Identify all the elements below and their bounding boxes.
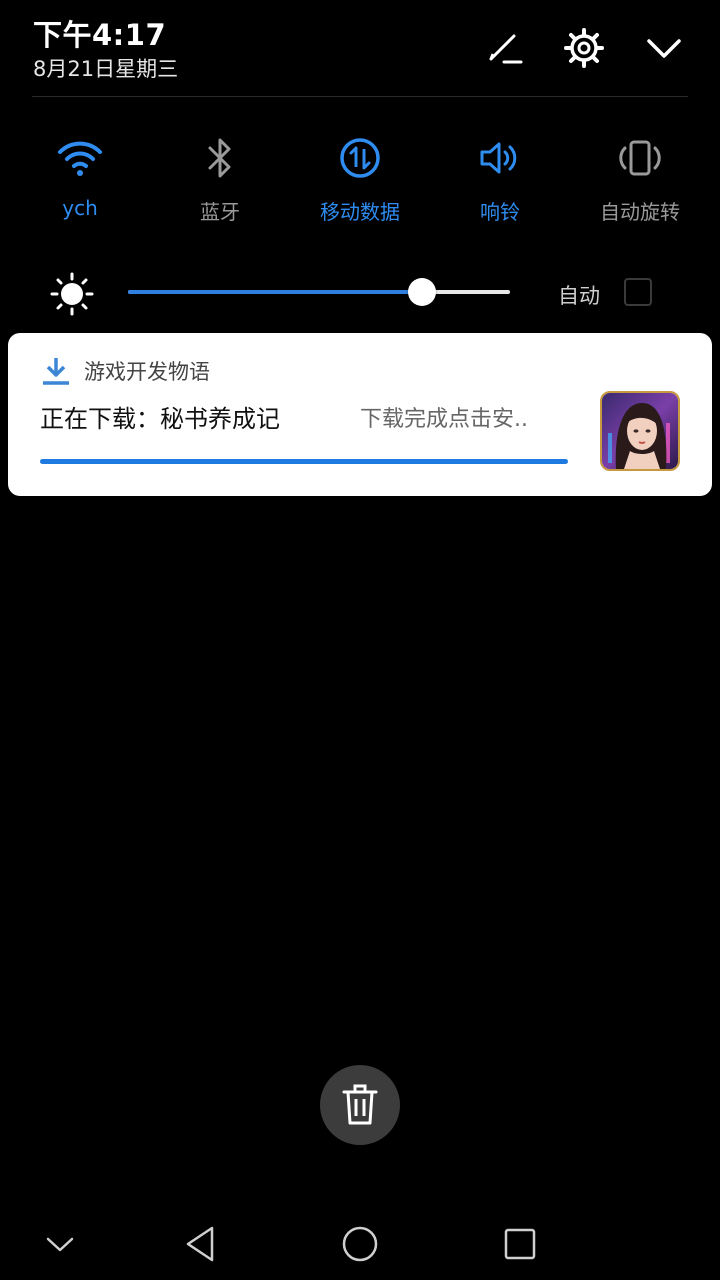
chevron-down-icon	[647, 39, 681, 58]
download-progress-fill	[40, 459, 568, 464]
clock-date: 8月21日星期三	[33, 57, 179, 81]
brightness-slider[interactable]	[128, 290, 510, 294]
gear-icon	[564, 28, 604, 68]
toggle-label: 响铃	[480, 200, 520, 224]
download-notification[interactable]: 游戏开发物语 正在下载：秘书养成记 下载完成点击安..	[8, 333, 712, 496]
auto-brightness-label: 自动	[558, 284, 600, 308]
chevron-down-icon	[46, 1237, 74, 1252]
clear-notifications-button[interactable]	[320, 1065, 400, 1145]
nav-hide-button[interactable]	[30, 1220, 90, 1268]
toggle-bluetooth[interactable]: 蓝牙	[150, 130, 290, 230]
edit-button[interactable]	[482, 26, 526, 70]
toggle-wifi[interactable]: ych	[10, 130, 150, 230]
collapse-button[interactable]	[642, 26, 686, 70]
bluetooth-icon	[208, 138, 231, 178]
wifi-icon	[58, 141, 102, 176]
download-icon	[43, 358, 69, 385]
trash-icon	[342, 1084, 378, 1125]
toggle-ringer[interactable]: 响铃	[430, 130, 570, 230]
notification-app-name: 游戏开发物语	[84, 360, 210, 384]
brightness-icon	[50, 272, 94, 316]
mobile-data-icon	[340, 138, 380, 178]
settings-button[interactable]	[562, 26, 606, 70]
toggle-label: 自动旋转	[600, 200, 680, 224]
toggle-auto-rotate[interactable]: 自动旋转	[570, 130, 710, 230]
toggle-mobile-data[interactable]: 移动数据	[290, 130, 430, 230]
toggle-label: 蓝牙	[200, 200, 240, 224]
nav-back-button[interactable]	[170, 1220, 230, 1268]
download-progress-bar	[40, 459, 568, 464]
nav-recents-button[interactable]	[490, 1220, 550, 1268]
nav-home-button[interactable]	[330, 1220, 390, 1268]
game-thumbnail	[600, 391, 680, 471]
back-icon	[186, 1226, 214, 1262]
toggle-label: 移动数据	[320, 200, 400, 224]
clock-time: 下午4:17	[33, 18, 167, 52]
auto-brightness-checkbox[interactable]	[624, 278, 652, 306]
edit-pencil-icon	[489, 34, 523, 64]
brightness-fill	[128, 290, 422, 294]
game-character-image	[602, 393, 678, 469]
toggle-label: ych	[62, 196, 98, 220]
header-divider	[32, 96, 688, 97]
home-icon	[342, 1226, 378, 1262]
notification-title: 正在下载：秘书养成记	[40, 405, 280, 433]
auto-rotate-icon	[619, 140, 661, 176]
notification-subtitle: 下载完成点击安..	[360, 407, 528, 432]
speaker-icon	[480, 142, 517, 174]
brightness-thumb[interactable]	[408, 278, 436, 306]
recents-icon	[504, 1228, 536, 1260]
notification-shade: 下午4:17 8月21日星期三 ych 蓝牙 移动数据 响铃 自动旋转 自动 游…	[0, 0, 720, 1280]
